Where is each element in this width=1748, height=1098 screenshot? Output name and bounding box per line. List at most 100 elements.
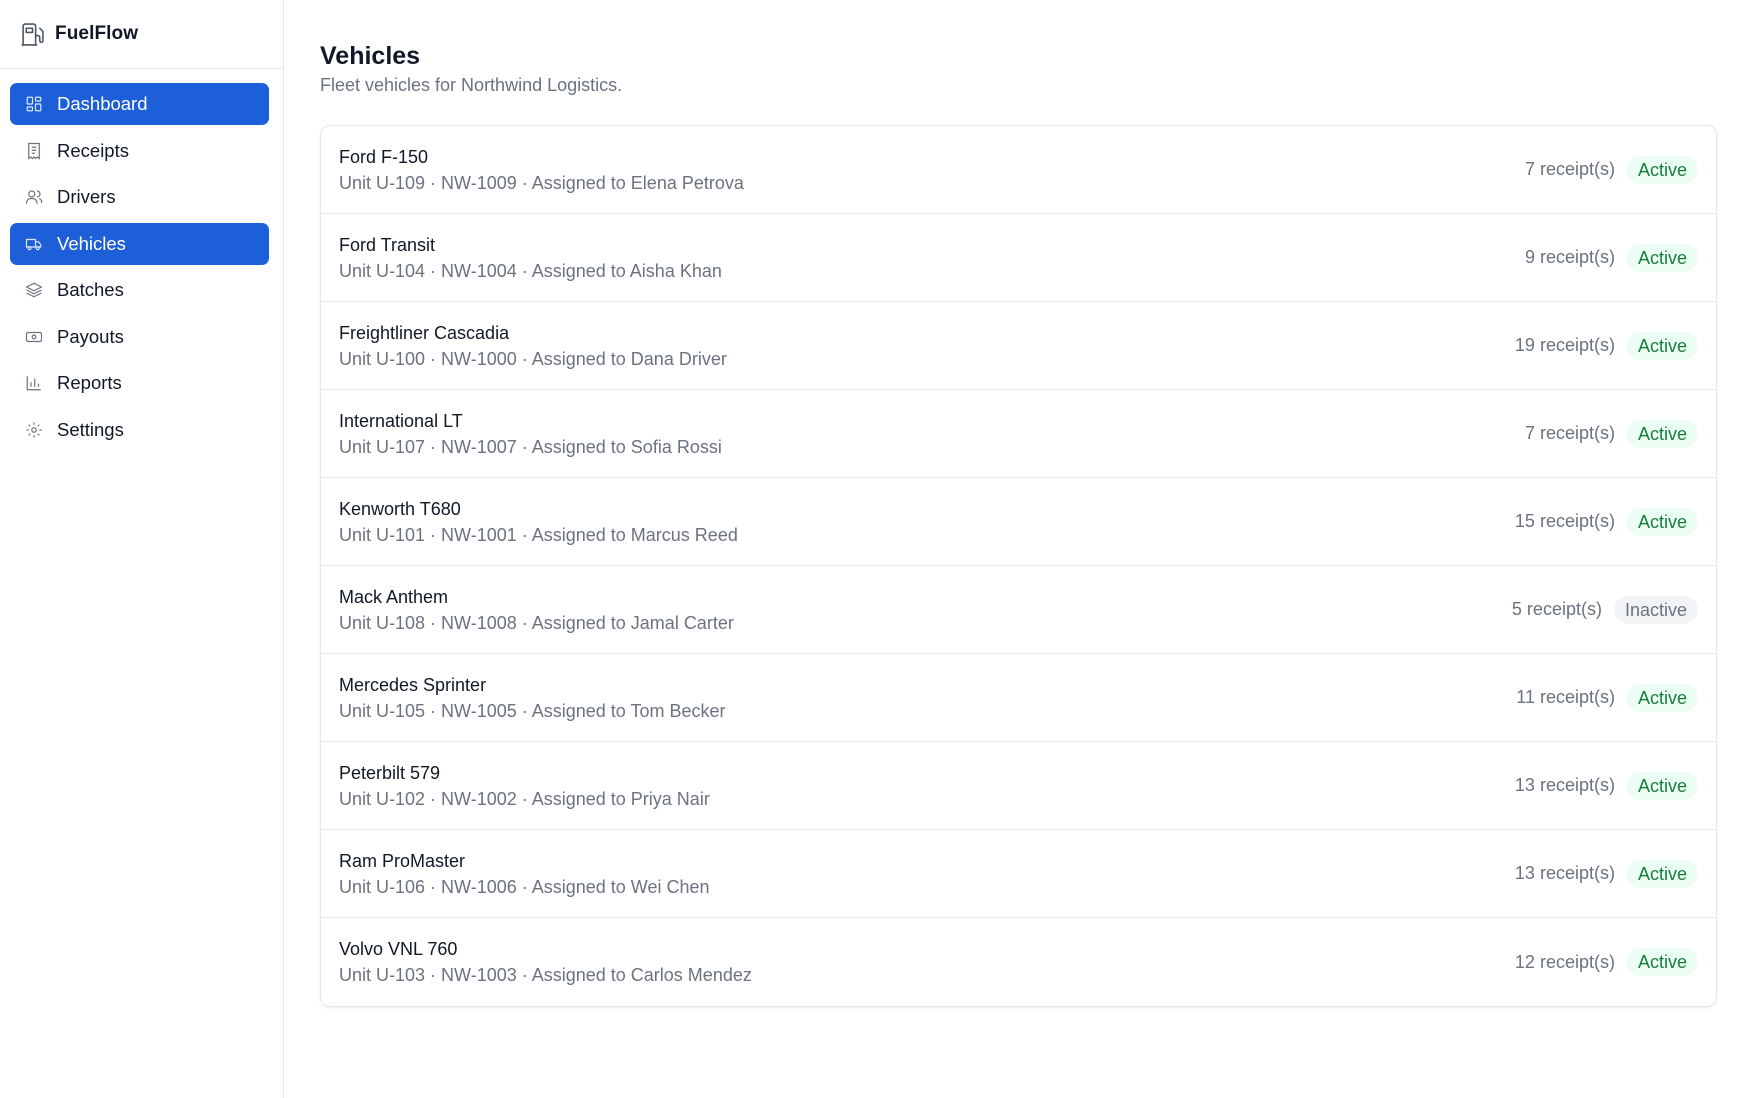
- receipt-count: 15 receipt(s): [1514, 511, 1615, 531]
- vehicle-info: Mack Anthem Unit U-108 · NW-1008 · Assig…: [339, 584, 1512, 636]
- vehicle-list: Ford F-150 Unit U-109 · NW-1009 · Assign…: [320, 125, 1717, 1007]
- sidebar-item-label: Vehicles: [57, 232, 126, 254]
- sidebar-item-payouts[interactable]: Payouts: [10, 316, 269, 358]
- status-badge: Active: [1626, 243, 1698, 272]
- vehicle-stats: 7 receipt(s) Active: [1524, 155, 1698, 184]
- receipt-count: 11 receipt(s): [1516, 687, 1615, 707]
- vehicle-meta: Unit U-100 · NW-1000 · Assigned to Dana …: [339, 348, 727, 369]
- sidebar-item-batches[interactable]: Batches: [10, 269, 269, 311]
- sidebar-item-label: Drivers: [57, 186, 116, 207]
- vehicle-stats: 9 receipt(s) Active: [1524, 243, 1698, 272]
- sidebar-nav: Dashboard Receipts Drivers Vehicles Batc…: [0, 69, 283, 451]
- gear-icon: [25, 421, 43, 439]
- vehicle-meta: Unit U-108 · NW-1008 · Assigned to Jamal…: [339, 612, 734, 633]
- sidebar-item-label: Receipts: [57, 139, 129, 161]
- vehicle-info: Peterbilt 579 Unit U-102 · NW-1002 · Ass…: [339, 760, 1515, 812]
- vehicle-name: Ram ProMaster: [339, 850, 466, 871]
- vehicle-stats: 5 receipt(s) Inactive: [1511, 595, 1698, 624]
- vehicle-name: Mercedes Sprinter: [339, 674, 487, 695]
- vehicle-info: Ram ProMaster Unit U-106 · NW-1006 · Ass…: [339, 848, 1515, 900]
- status-badge: Inactive: [1613, 595, 1698, 624]
- vehicle-name: Volvo VNL 760: [339, 939, 458, 959]
- vehicle-name: Freightliner Cascadia: [339, 322, 510, 343]
- page-title: Vehicles: [320, 42, 421, 70]
- sidebar-item-label: Batches: [57, 279, 124, 300]
- main-content: Vehicles Fleet vehicles for Northwind Lo…: [284, 0, 1748, 1098]
- vehicle-meta: Unit U-107 · NW-1007 · Assigned to Sofia…: [339, 436, 722, 457]
- vehicle-row[interactable]: Kenworth T680 Unit U-101 · NW-1001 · Ass…: [321, 478, 1716, 566]
- receipt-count: 7 receipt(s): [1524, 423, 1615, 443]
- vehicle-meta: Unit U-106 · NW-1006 · Assigned to Wei C…: [339, 876, 710, 897]
- sidebar-item-drivers[interactable]: Drivers: [10, 176, 269, 218]
- vehicle-name: Peterbilt 579: [339, 762, 441, 783]
- users-icon: [25, 188, 43, 206]
- vehicle-name: Ford Transit: [339, 234, 436, 255]
- receipt-count: 5 receipt(s): [1511, 599, 1602, 619]
- vehicle-stats: 7 receipt(s) Active: [1524, 419, 1698, 448]
- vehicle-row[interactable]: Freightliner Cascadia Unit U-100 · NW-10…: [321, 302, 1716, 390]
- status-badge: Active: [1626, 859, 1698, 888]
- receipt-count: 9 receipt(s): [1524, 247, 1615, 267]
- brand[interactable]: FuelFlow: [0, 0, 283, 69]
- vehicle-row[interactable]: Mack Anthem Unit U-108 · NW-1008 · Assig…: [321, 566, 1716, 654]
- banknote-icon: [25, 328, 43, 346]
- vehicle-row[interactable]: Peterbilt 579 Unit U-102 · NW-1002 · Ass…: [321, 742, 1716, 830]
- vehicle-meta: Unit U-109 · NW-1009 · Assigned to Elena…: [339, 172, 744, 193]
- bar-chart-icon: [25, 374, 43, 392]
- receipt-icon: [25, 142, 43, 160]
- sidebar-item-dashboard[interactable]: Dashboard: [10, 83, 269, 125]
- vehicle-meta: Unit U-102 · NW-1002 · Assigned to Priya…: [339, 788, 710, 809]
- vehicle-name: Kenworth T680: [339, 498, 461, 519]
- vehicle-stats: 13 receipt(s) Active: [1514, 771, 1698, 800]
- status-badge: Active: [1626, 507, 1698, 536]
- vehicle-meta: Unit U-101 · NW-1001 · Assigned to Marcu…: [339, 524, 738, 545]
- status-badge: Active: [1626, 331, 1698, 360]
- receipt-count: 13 receipt(s): [1514, 775, 1615, 795]
- sidebar-item-receipts[interactable]: Receipts: [10, 130, 269, 172]
- vehicle-row[interactable]: Ford Transit Unit U-104 · NW-1004 · Assi…: [321, 214, 1716, 302]
- sidebar: FuelFlow Dashboard Receipts Drivers Vehi…: [0, 0, 284, 1098]
- vehicle-stats: 15 receipt(s) Active: [1514, 507, 1698, 536]
- vehicle-info: Volvo VNL 760 Unit U-103 · NW-1003 · Ass…: [339, 936, 1515, 988]
- vehicle-meta: Unit U-105 · NW-1005 · Assigned to Tom B…: [339, 700, 726, 721]
- vehicle-row[interactable]: Ram ProMaster Unit U-106 · NW-1006 · Ass…: [321, 830, 1716, 918]
- sidebar-item-reports[interactable]: Reports: [10, 362, 269, 404]
- status-badge: Active: [1626, 155, 1698, 184]
- receipt-count: 7 receipt(s): [1524, 159, 1615, 179]
- vehicle-info: Ford F-150 Unit U-109 · NW-1009 · Assign…: [339, 144, 1525, 196]
- vehicle-info: International LT Unit U-107 · NW-1007 · …: [339, 408, 1525, 460]
- sidebar-item-label: Payouts: [57, 325, 124, 347]
- vehicle-stats: 13 receipt(s) Active: [1514, 859, 1698, 888]
- sidebar-item-settings[interactable]: Settings: [10, 409, 269, 451]
- vehicle-row[interactable]: Ford F-150 Unit U-109 · NW-1009 · Assign…: [321, 126, 1716, 214]
- fuel-pump-icon: [20, 22, 45, 47]
- sidebar-item-label: Dashboard: [57, 93, 148, 114]
- vehicle-stats: 19 receipt(s) Active: [1514, 331, 1698, 360]
- receipt-count: 19 receipt(s): [1514, 335, 1615, 355]
- vehicle-info: Ford Transit Unit U-104 · NW-1004 · Assi…: [339, 232, 1525, 284]
- vehicle-row[interactable]: International LT Unit U-107 · NW-1007 · …: [321, 390, 1716, 478]
- vehicle-meta: Unit U-104 · NW-1004 · Assigned to Aisha…: [339, 260, 722, 281]
- layers-icon: [25, 281, 43, 299]
- status-badge: Active: [1626, 948, 1698, 976]
- vehicle-info: Mercedes Sprinter Unit U-105 · NW-1005 ·…: [339, 672, 1516, 724]
- sidebar-item-vehicles[interactable]: Vehicles: [10, 222, 269, 265]
- vehicle-meta: Unit U-103 · NW-1003 · Assigned to Carlo…: [339, 965, 752, 985]
- receipt-count: 12 receipt(s): [1514, 951, 1615, 972]
- vehicle-stats: 12 receipt(s) Active: [1515, 948, 1698, 976]
- vehicle-info: Kenworth T680 Unit U-101 · NW-1001 · Ass…: [339, 496, 1515, 548]
- sidebar-item-label: Reports: [57, 372, 122, 393]
- app-name: FuelFlow: [55, 23, 139, 44]
- status-badge: Active: [1626, 683, 1698, 712]
- vehicle-row[interactable]: Volvo VNL 760 Unit U-103 · NW-1003 · Ass…: [321, 918, 1716, 1006]
- status-badge: Active: [1626, 419, 1698, 448]
- page-subtitle: Fleet vehicles for Northwind Logistics.: [320, 75, 623, 95]
- truck-icon: [25, 235, 43, 253]
- vehicle-name: International LT: [339, 410, 463, 431]
- vehicle-name: Mack Anthem: [339, 586, 449, 607]
- app-root: FuelFlow Dashboard Receipts Drivers Vehi…: [0, 0, 1748, 1098]
- vehicle-stats: 11 receipt(s) Active: [1516, 683, 1698, 712]
- vehicle-row[interactable]: Mercedes Sprinter Unit U-105 · NW-1005 ·…: [321, 654, 1716, 742]
- receipt-count: 13 receipt(s): [1514, 863, 1615, 883]
- dashboard-icon: [25, 95, 43, 113]
